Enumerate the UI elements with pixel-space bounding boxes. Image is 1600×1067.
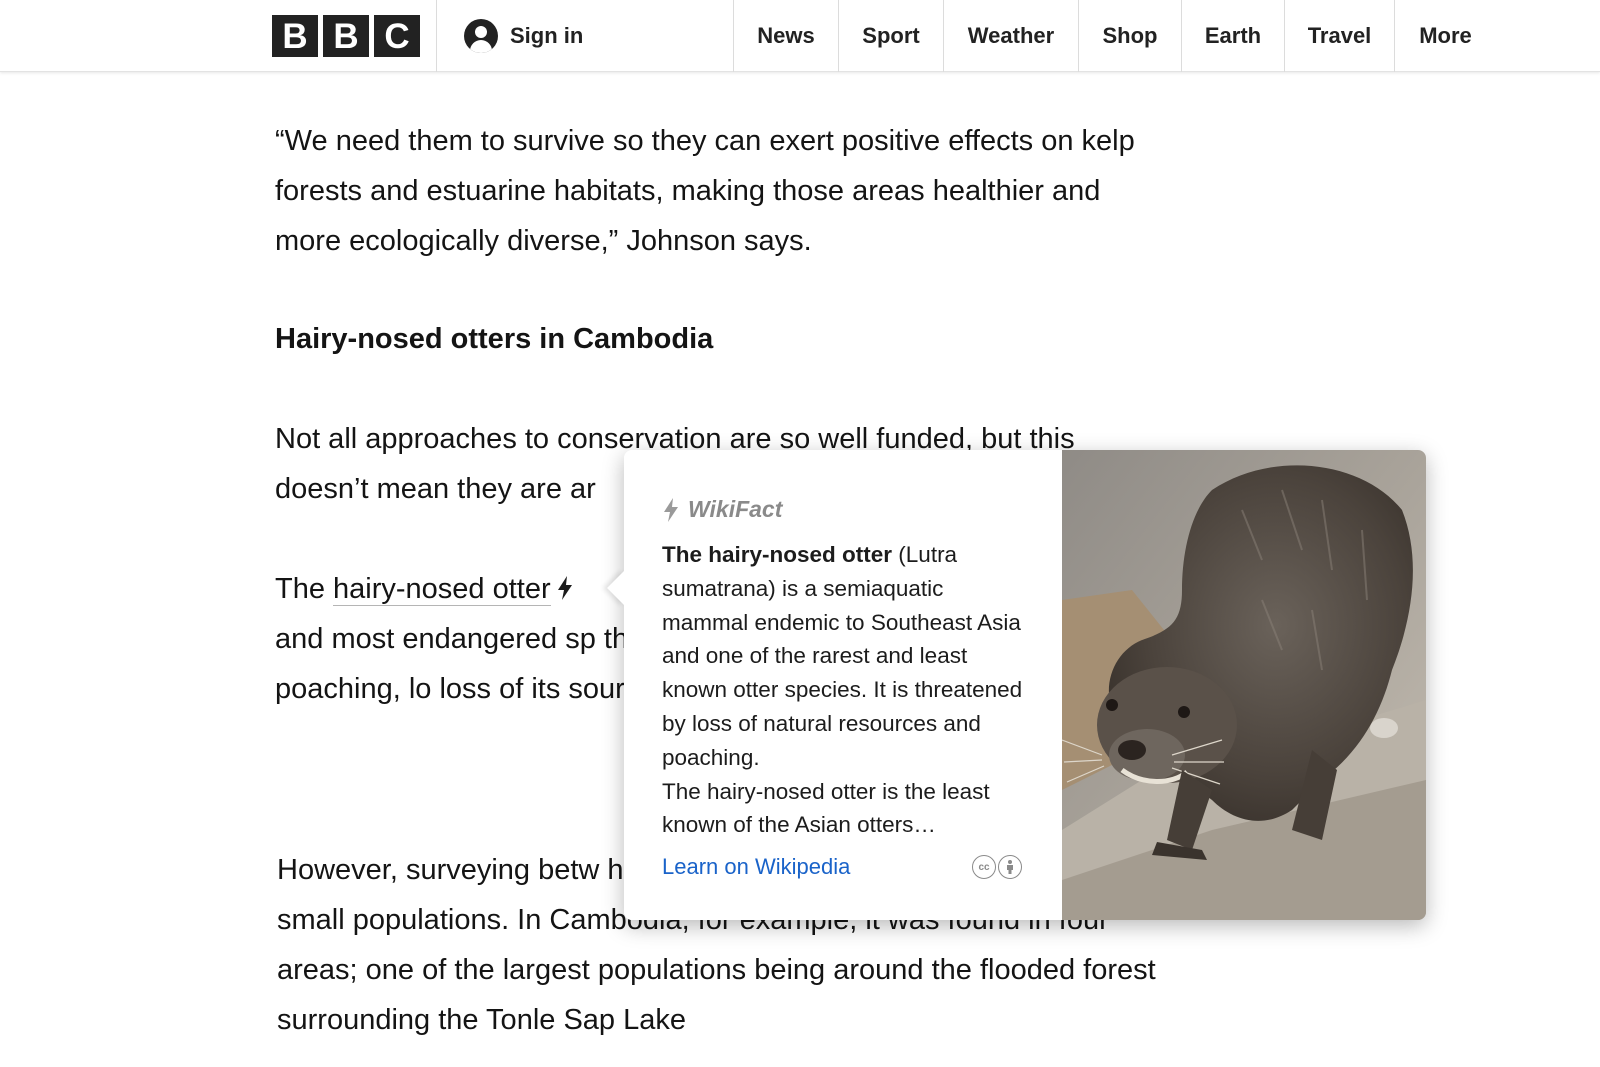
bbc-logo[interactable]: B B C [272, 15, 420, 57]
wikifact-description: (Lutra sumatrana) is a semiaquatic mamma… [662, 542, 1023, 770]
nav-link-weather[interactable]: Weather [943, 0, 1078, 72]
wikifact-lead-term: The hairy-nosed otter [662, 542, 893, 567]
wikifact-text-panel: WikiFact The hairy-nosed otter (Lutra su… [624, 450, 1062, 920]
wikifact-summary: The hairy-nosed otter (Lutra sumatrana) … [662, 538, 1032, 842]
lightning-bolt-icon [664, 497, 678, 522]
wikifact-title: WikiFact [688, 496, 783, 522]
nav-link-sport[interactable]: Sport [838, 0, 943, 72]
nav-link-more[interactable]: More [1394, 0, 1496, 72]
attribution-icon[interactable] [998, 855, 1022, 879]
sign-in-button[interactable]: Sign in [464, 18, 583, 54]
nav-link-travel[interactable]: Travel [1284, 0, 1394, 72]
logo-letter-b1: B [272, 15, 318, 57]
wikifact-link-hairy-nosed-otter[interactable]: hairy-nosed otter [333, 573, 551, 606]
learn-on-wikipedia-link[interactable]: Learn on Wikipedia [662, 854, 850, 880]
logo-letter-c: C [374, 15, 420, 57]
wikifact-footer: Learn on Wikipedia cc [662, 850, 1022, 884]
sign-in-label: Sign in [510, 23, 584, 48]
cc-icon[interactable]: cc [972, 855, 996, 879]
wikifact-description-continued: The hairy-nosed otter is the least known… [662, 778, 990, 838]
nav-link-shop[interactable]: Shop [1078, 0, 1181, 72]
paragraph-prefix: The [275, 573, 334, 605]
nav-links: News Sport Weather Shop Earth Travel Mor… [733, 0, 1496, 72]
wikifact-popup: WikiFact The hairy-nosed otter (Lutra su… [607, 450, 1426, 920]
nav-divider [436, 0, 437, 72]
top-navigation-bar: B B C Sign in News Sport Weather Shop Ea… [0, 0, 1600, 72]
lightning-bolt-icon[interactable] [555, 575, 575, 601]
nav-link-news[interactable]: News [733, 0, 838, 72]
license-badges: cc [972, 855, 1022, 879]
otter-photo [1062, 450, 1426, 920]
wikifact-header: WikiFact [662, 496, 782, 523]
user-account-icon [464, 19, 498, 53]
article-paragraph-quote: “We need them to survive so they can exe… [275, 125, 1135, 257]
section-heading: Hairy-nosed otters in Cambodia [275, 323, 714, 355]
nav-link-earth[interactable]: Earth [1181, 0, 1284, 72]
logo-letter-b2: B [323, 15, 369, 57]
